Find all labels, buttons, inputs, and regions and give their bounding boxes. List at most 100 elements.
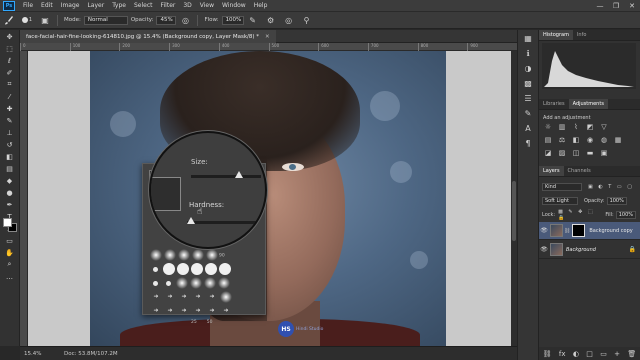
- brightness-contrast-icon[interactable]: ☼: [543, 123, 553, 132]
- restore-button[interactable]: ❐: [608, 0, 624, 12]
- layer-row[interactable]: 👁 ⛓ Background copy: [539, 222, 640, 240]
- tab-histogram[interactable]: Histogram: [539, 30, 573, 40]
- gradient-map-icon[interactable]: ▬: [585, 149, 595, 158]
- histogram-panel-icon[interactable]: ▦: [521, 33, 535, 45]
- eyedropper-tool-icon[interactable]: ⁄: [3, 91, 17, 102]
- brush-settings-panel-icon[interactable]: ✎: [521, 108, 535, 120]
- layer-opacity-field[interactable]: 100%: [606, 196, 627, 205]
- crop-tool-icon[interactable]: ⌗: [3, 79, 17, 90]
- brush-tip[interactable]: ➜: [220, 305, 232, 317]
- add-mask-icon[interactable]: □: [586, 350, 593, 358]
- color-lookup-icon[interactable]: ▦: [613, 136, 623, 145]
- brush-tip[interactable]: [191, 263, 203, 275]
- brush-tip[interactable]: [150, 249, 162, 261]
- smoothing-icon[interactable]: ⚙: [265, 14, 277, 26]
- close-document-icon[interactable]: ✕: [265, 34, 270, 40]
- menu-layer[interactable]: Layer: [83, 0, 108, 12]
- character-panel-icon[interactable]: A: [521, 123, 535, 135]
- levels-icon[interactable]: ▥: [557, 123, 567, 132]
- brush-tip[interactable]: [178, 249, 190, 261]
- dodge-tool-icon[interactable]: ●: [3, 187, 17, 198]
- brush-tip[interactable]: [177, 263, 189, 275]
- more-tools-icon[interactable]: …: [3, 271, 17, 282]
- brush-tool-icon[interactable]: [3, 14, 15, 26]
- vertical-ruler[interactable]: [20, 51, 28, 346]
- close-window-button[interactable]: ✕: [624, 0, 640, 12]
- new-group-icon[interactable]: ▭: [600, 350, 607, 358]
- doc-size-info[interactable]: Doc: 53.8M/107.2M: [64, 351, 118, 357]
- history-brush-tool-icon[interactable]: ↺: [3, 139, 17, 150]
- foreground-color-swatch[interactable]: [3, 218, 12, 227]
- menu-file[interactable]: File: [19, 0, 37, 12]
- clone-stamp-tool-icon[interactable]: ⊥: [3, 127, 17, 138]
- zoom-level[interactable]: 15.4%: [24, 351, 64, 357]
- link-chain-icon[interactable]: ⛓: [564, 228, 570, 234]
- brush-tip[interactable]: [204, 277, 216, 289]
- brush-tip[interactable]: ➜: [164, 291, 176, 303]
- gradient-tool-icon[interactable]: ▤: [3, 163, 17, 174]
- brush-tip[interactable]: [164, 249, 176, 261]
- brush-tip[interactable]: [176, 277, 188, 289]
- hue-saturation-icon[interactable]: ▤: [543, 136, 553, 145]
- threshold-icon[interactable]: ◫: [571, 149, 581, 158]
- opacity-field[interactable]: 45%: [156, 15, 177, 25]
- color-panel-icon[interactable]: ◑: [521, 63, 535, 75]
- properties-panel-icon[interactable]: ☰: [521, 93, 535, 105]
- brush-tip[interactable]: [205, 263, 217, 275]
- tab-layers[interactable]: Layers: [539, 166, 564, 176]
- tab-libraries[interactable]: Libraries: [539, 99, 569, 109]
- brush-tip[interactable]: ➜: [178, 291, 190, 303]
- posterize-icon[interactable]: ▨: [557, 149, 567, 158]
- mode-select[interactable]: Normal: [83, 15, 128, 25]
- eraser-tool-icon[interactable]: ◧: [3, 151, 17, 162]
- healing-tool-icon[interactable]: ✚: [3, 103, 17, 114]
- visibility-eye-icon[interactable]: 👁: [539, 227, 549, 234]
- delete-layer-icon[interactable]: 🗑: [627, 350, 636, 358]
- pressure-size-icon[interactable]: ◎: [283, 14, 295, 26]
- zoom-tool-icon[interactable]: ⌕: [3, 259, 17, 270]
- menu-window[interactable]: Window: [218, 0, 250, 12]
- brush-tip[interactable]: [190, 277, 202, 289]
- move-tool-icon[interactable]: ✥: [3, 31, 17, 42]
- hardness-slider-thumb[interactable]: [187, 217, 195, 224]
- brush-tip[interactable]: [192, 249, 204, 261]
- invert-icon[interactable]: ◪: [543, 149, 553, 158]
- exposure-icon[interactable]: ◩: [585, 123, 595, 132]
- brush-tip[interactable]: [219, 263, 231, 275]
- brush-tip[interactable]: [153, 266, 158, 272]
- menu-help[interactable]: Help: [250, 0, 272, 12]
- brush-tip[interactable]: [218, 277, 230, 289]
- brush-tip[interactable]: ➜: [206, 305, 218, 317]
- hand-tool-icon[interactable]: ✋: [3, 247, 17, 258]
- lock-icons[interactable]: ▩ ✎ ✥ ⬚ 🔒: [558, 209, 597, 221]
- fill-field[interactable]: 100%: [615, 210, 636, 219]
- brush-settings-icon[interactable]: ▣: [39, 14, 51, 26]
- curves-icon[interactable]: ⌇: [571, 123, 581, 132]
- paragraph-panel-icon[interactable]: ¶: [521, 138, 535, 150]
- airbrush-icon[interactable]: ✎: [247, 14, 259, 26]
- photoshop-logo[interactable]: Ps: [3, 0, 15, 11]
- swatches-panel-icon[interactable]: ▩: [521, 78, 535, 90]
- quick-select-tool-icon[interactable]: ✐: [3, 67, 17, 78]
- menu-3d[interactable]: 3D: [179, 0, 195, 12]
- brush-tip[interactable]: [206, 249, 218, 261]
- pressure-opacity-icon[interactable]: ◎: [179, 14, 191, 26]
- photo-filter-icon[interactable]: ◉: [585, 136, 595, 145]
- size-slider-thumb[interactable]: [235, 171, 243, 178]
- document-tab[interactable]: face-facial-hair-fine-looking-614810.jpg…: [20, 30, 276, 43]
- brush-tip[interactable]: ➜: [164, 305, 176, 317]
- fx-icon[interactable]: fx: [559, 350, 566, 358]
- layer-row[interactable]: 👁 Background 🔒: [539, 241, 640, 259]
- filter-type-icons[interactable]: ▣ ◐ T ▭ ▢: [588, 184, 634, 190]
- black-white-icon[interactable]: ◧: [571, 136, 581, 145]
- add-adjustment-icon[interactable]: ◐: [573, 350, 579, 358]
- brush-tip[interactable]: ➜: [150, 291, 162, 303]
- menu-select[interactable]: Select: [130, 0, 157, 12]
- symmetry-icon[interactable]: ⚲: [301, 14, 313, 26]
- brush-preset-picker[interactable]: 1: [21, 14, 33, 26]
- selective-color-icon[interactable]: ▣: [599, 149, 609, 158]
- brush-tool-icon[interactable]: ✎: [3, 115, 17, 126]
- blend-mode-select[interactable]: Soft Light: [542, 196, 578, 205]
- brush-tip[interactable]: ➜: [206, 291, 218, 303]
- flow-field[interactable]: 100%: [221, 15, 244, 25]
